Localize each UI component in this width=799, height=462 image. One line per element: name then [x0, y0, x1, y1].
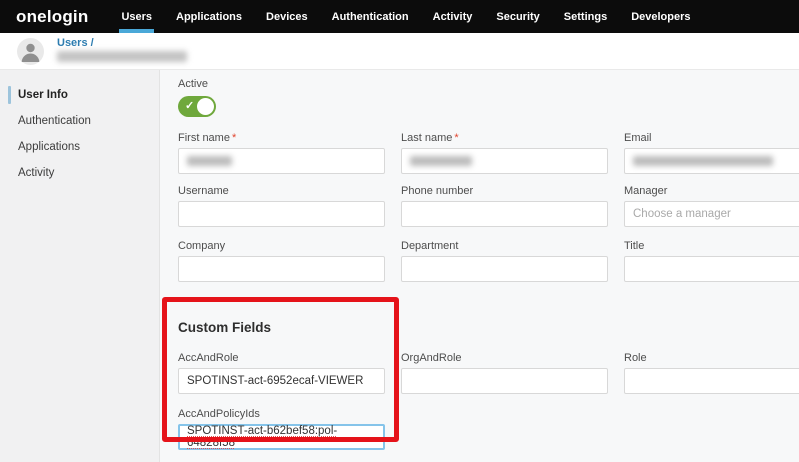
username-input[interactable] [178, 201, 385, 227]
redacted-value [187, 156, 232, 166]
org-and-role-input[interactable] [401, 368, 608, 394]
nav-item-security[interactable]: Security [496, 0, 539, 33]
redacted-value [410, 156, 472, 166]
last-name-input[interactable] [401, 148, 608, 174]
role-label: Role [624, 352, 799, 364]
sidebar: User Info Authentication Applications Ac… [0, 70, 160, 462]
acc-and-policy-ids-input[interactable]: SPOTINST-act-b62bef58:pol-64828f58 [178, 424, 385, 450]
title-input[interactable] [624, 256, 799, 282]
active-toggle[interactable]: ✓ [178, 96, 216, 117]
first-name-input[interactable] [178, 148, 385, 174]
custom-fields-heading: Custom Fields [178, 320, 799, 335]
active-label: Active [178, 78, 799, 90]
acc-and-role-label: AccAndRole [178, 352, 385, 364]
required-marker: * [454, 132, 458, 144]
nav-menu: Users Applications Devices Authenticatio… [121, 0, 690, 33]
first-name-label: First name* [178, 132, 385, 144]
nav-item-settings[interactable]: Settings [564, 0, 607, 33]
company-label: Company [178, 240, 385, 252]
toggle-knob [197, 98, 214, 115]
breadcrumb-users-link[interactable]: Users / [57, 37, 94, 49]
last-name-label: Last name* [401, 132, 608, 144]
nav-item-applications[interactable]: Applications [176, 0, 242, 33]
redacted-value [633, 156, 773, 166]
acc-and-policy-ids-label: AccAndPolicyIds [178, 408, 385, 420]
main-area: User Info Authentication Applications Ac… [0, 70, 799, 462]
company-input[interactable] [178, 256, 385, 282]
user-name-redacted [57, 51, 187, 62]
nav-item-devices[interactable]: Devices [266, 0, 308, 33]
breadcrumb-header: Users / [0, 33, 799, 70]
user-info-form: Active ✓ First name* Last name* Email U [160, 70, 799, 462]
manager-input[interactable] [624, 201, 799, 227]
sidebar-item-activity[interactable]: Activity [0, 160, 159, 186]
top-nav: onelogin Users Applications Devices Auth… [0, 0, 799, 33]
phone-number-label: Phone number [401, 185, 608, 197]
org-and-role-label: OrgAndRole [401, 352, 608, 364]
phone-number-input[interactable] [401, 201, 608, 227]
user-avatar-icon [17, 38, 44, 65]
onelogin-logo: onelogin [16, 7, 88, 27]
manager-label: Manager [624, 185, 799, 197]
acc-and-policy-ids-value: SPOTINST-act-b62bef58:pol-64828f58 [187, 425, 376, 449]
check-icon: ✓ [185, 99, 194, 112]
sidebar-item-user-info[interactable]: User Info [0, 82, 159, 108]
acc-and-role-input[interactable] [178, 368, 385, 394]
email-label: Email [624, 132, 799, 144]
sidebar-item-authentication[interactable]: Authentication [0, 108, 159, 134]
sidebar-item-applications[interactable]: Applications [0, 134, 159, 160]
email-input[interactable] [624, 148, 799, 174]
nav-item-developers[interactable]: Developers [631, 0, 690, 33]
role-input[interactable] [624, 368, 799, 394]
nav-item-users[interactable]: Users [121, 0, 152, 33]
username-label: Username [178, 185, 385, 197]
nav-item-activity[interactable]: Activity [433, 0, 473, 33]
nav-item-authentication[interactable]: Authentication [332, 0, 409, 33]
department-input[interactable] [401, 256, 608, 282]
department-label: Department [401, 240, 608, 252]
title-label: Title [624, 240, 799, 252]
required-marker: * [232, 132, 236, 144]
